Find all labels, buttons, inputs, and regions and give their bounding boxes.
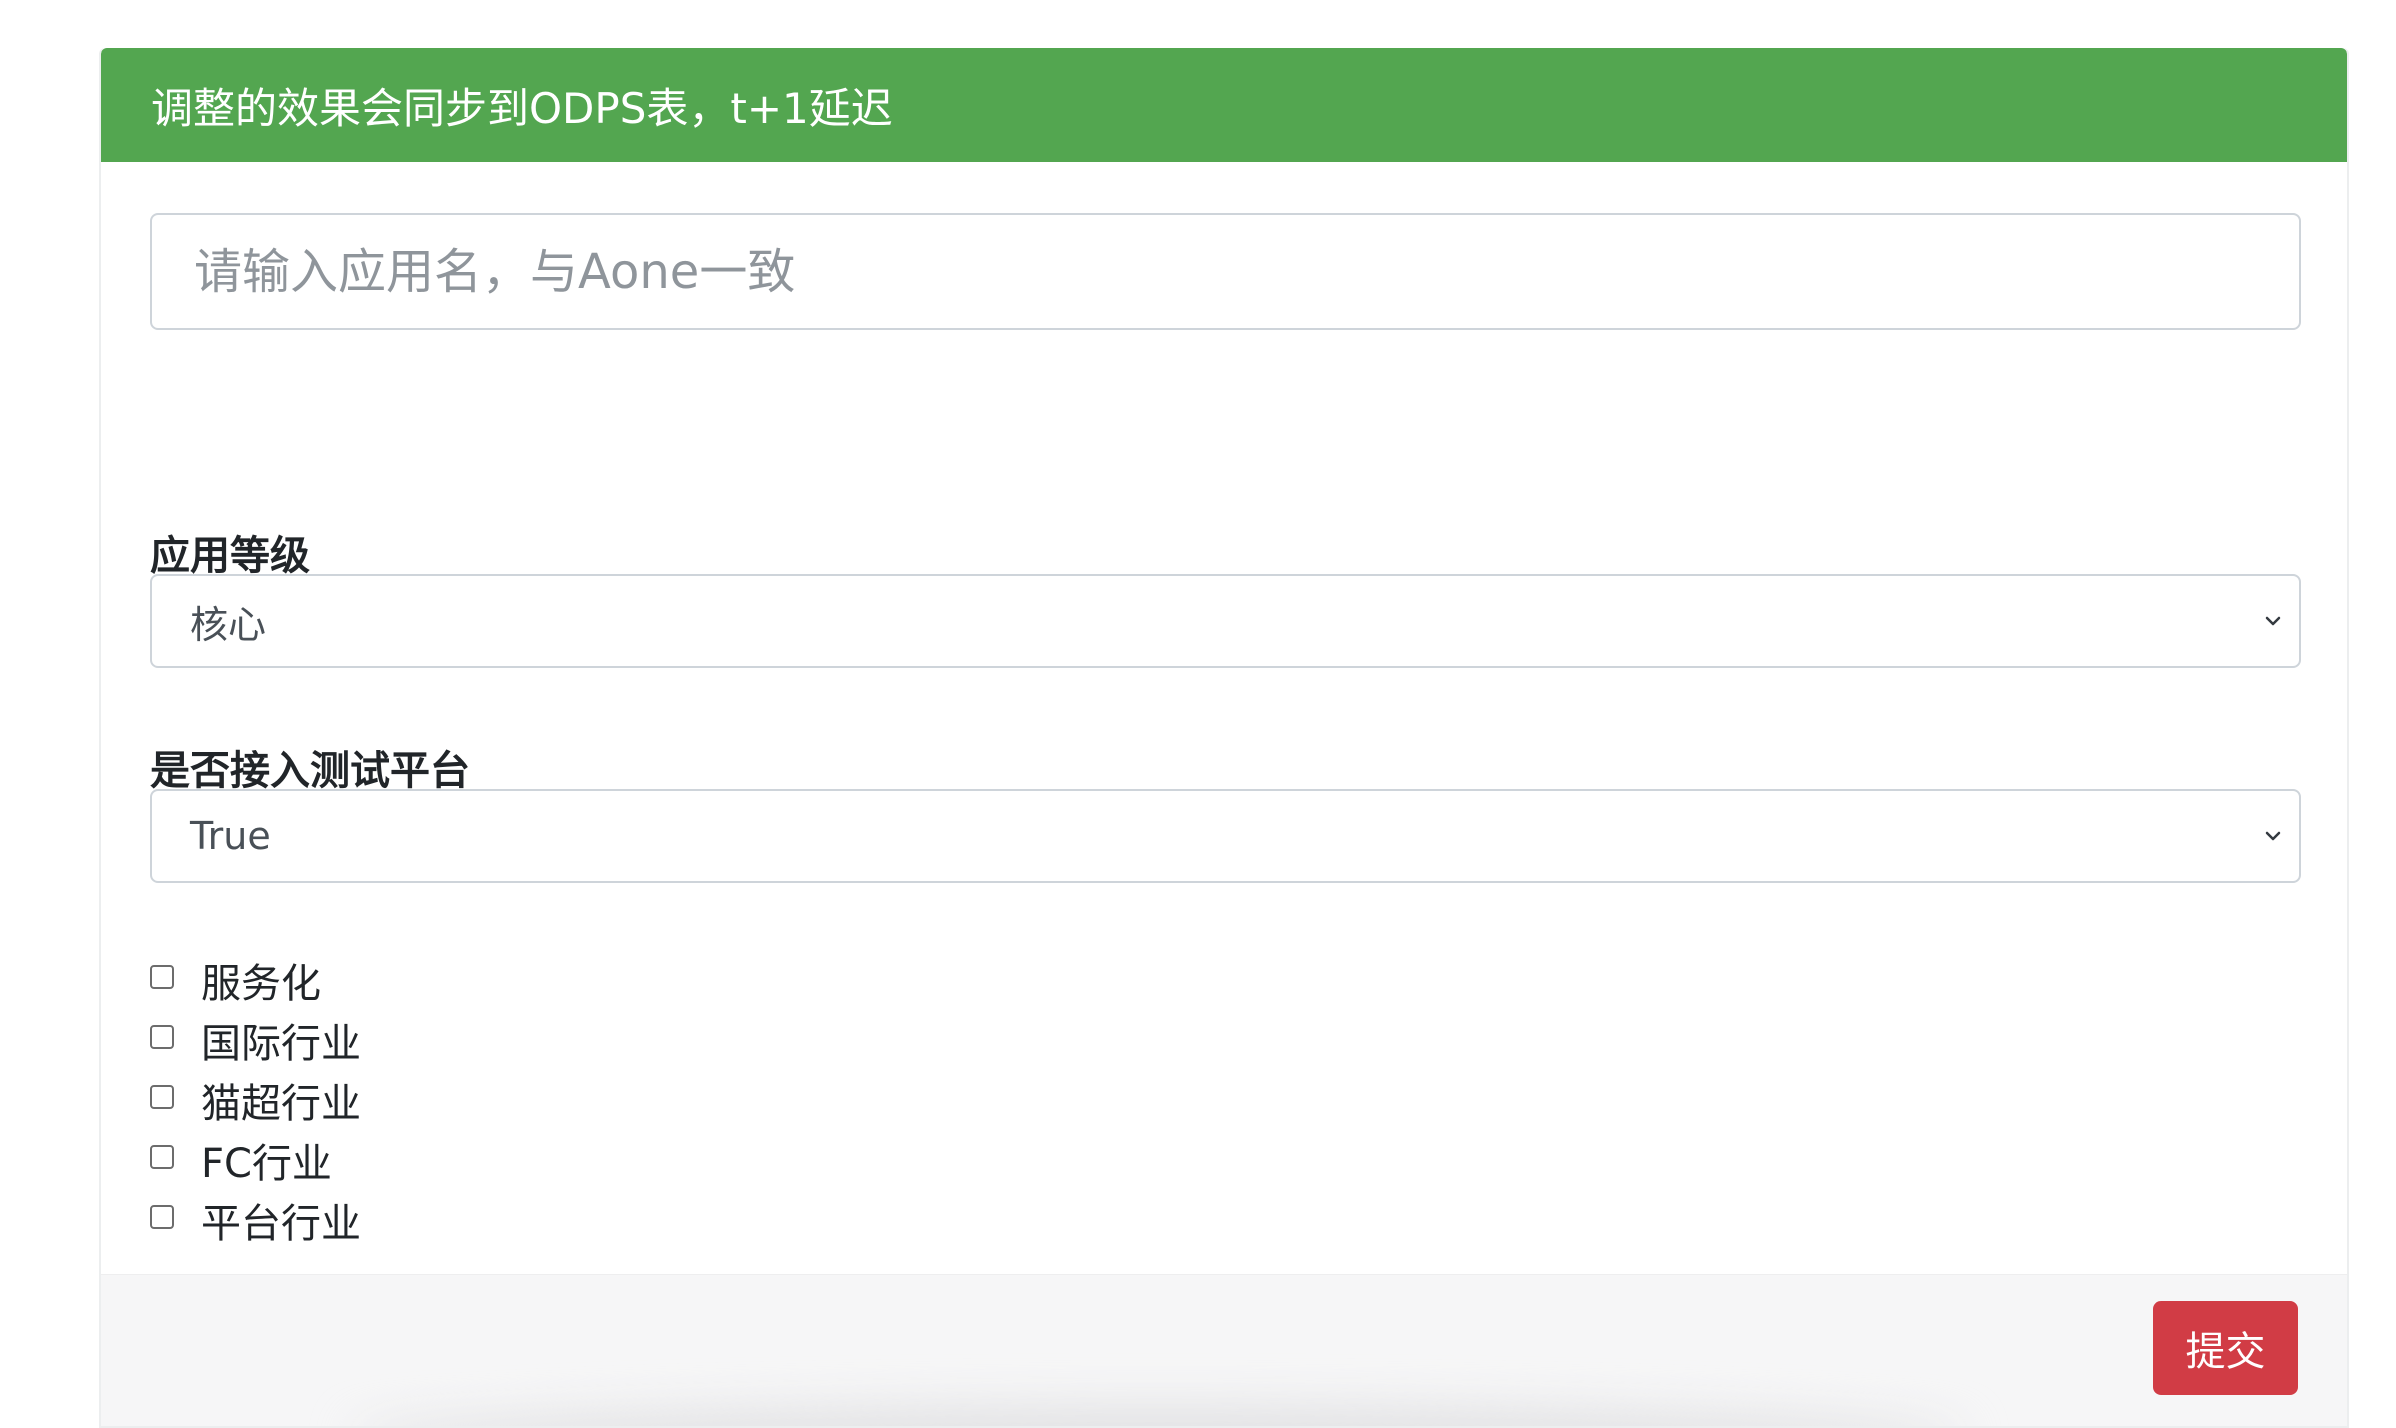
international-checkbox[interactable]: [150, 1025, 174, 1049]
panel-footer: [101, 1274, 2347, 1426]
test-platform-select[interactable]: True: [150, 789, 2301, 883]
settings-panel: 调整的效果会同步到ODPS表，t+1延迟 应用等级 核心 是否接入测试平台 Tr…: [99, 48, 2349, 1428]
submit-button[interactable]: 提交: [2153, 1301, 2298, 1395]
checkbox-row-fc[interactable]: FC行业: [150, 1133, 332, 1187]
checkbox-label: 服务化: [201, 961, 321, 1007]
checkbox-label: 国际行业: [201, 1021, 361, 1067]
checkbox-label: FC行业: [201, 1141, 332, 1187]
fc-checkbox[interactable]: [150, 1145, 174, 1169]
app-level-selected-value: 核心: [190, 602, 267, 647]
checkbox-row-international[interactable]: 国际行业: [150, 1013, 361, 1067]
panel-header: 调整的效果会同步到ODPS表，t+1延迟: [101, 48, 2347, 162]
app-level-select[interactable]: 核心: [150, 574, 2301, 668]
checkbox-label: 平台行业: [201, 1201, 361, 1247]
checkbox-row-tmall-supermarket[interactable]: 猫超行业: [150, 1073, 361, 1127]
platform-checkbox[interactable]: [150, 1205, 174, 1229]
checkbox-row-service[interactable]: 服务化: [150, 953, 321, 1007]
tmall-supermarket-checkbox[interactable]: [150, 1085, 174, 1109]
test-platform-selected-value: True: [190, 814, 271, 858]
service-checkbox[interactable]: [150, 965, 174, 989]
chevron-down-icon: [2265, 831, 2281, 841]
checkbox-row-platform[interactable]: 平台行业: [150, 1193, 361, 1247]
test-platform-label: 是否接入测试平台: [150, 748, 470, 794]
sync-notice: 调整的效果会同步到ODPS表，t+1延迟: [151, 83, 893, 133]
app-level-label: 应用等级: [150, 533, 310, 579]
footer-shadow: [351, 1406, 1967, 1426]
chevron-down-icon: [2265, 616, 2281, 626]
checkbox-label: 猫超行业: [201, 1081, 361, 1127]
app-name-input[interactable]: [150, 213, 2301, 330]
